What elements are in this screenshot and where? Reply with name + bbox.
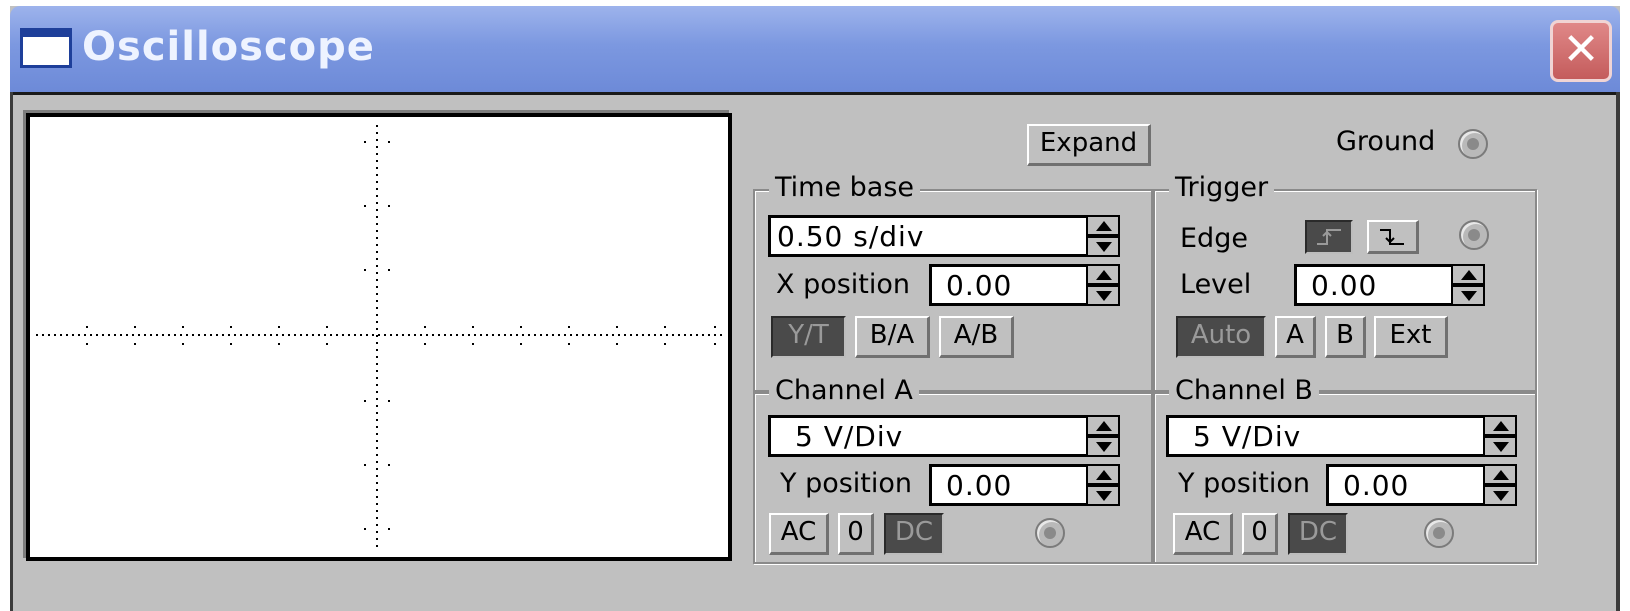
channel-b-y-position-field[interactable]: 0.00 [1326, 464, 1483, 506]
channel-a-y-position-down-arrow-icon[interactable] [1086, 485, 1120, 506]
channel-b-scale-spinner[interactable] [1483, 415, 1517, 457]
channel-a-scale-up-arrow-icon[interactable] [1086, 415, 1120, 436]
channel-b-y-position-spinner[interactable] [1483, 464, 1517, 506]
ground-terminal-dot [1467, 138, 1479, 150]
mode-yt-button[interactable]: Y/T [771, 316, 846, 358]
ground-terminal[interactable] [1458, 129, 1488, 159]
trigger-level-spinner[interactable] [1451, 264, 1485, 306]
channel-a-scale-spinner[interactable] [1086, 415, 1120, 457]
channel-a-y-position-spinner[interactable] [1086, 464, 1120, 506]
timebase-scale-spinner[interactable] [1086, 215, 1120, 257]
channel-a-scale-value: 5 V/Div [795, 420, 904, 453]
channel-b-scale-down-arrow-icon[interactable] [1483, 436, 1517, 457]
title-bar[interactable]: Oscilloscope ✕ [10, 6, 1620, 95]
close-button[interactable]: ✕ [1550, 20, 1612, 82]
falling-edge-icon [1379, 229, 1404, 245]
trigger-ext-terminal-dot [1468, 229, 1480, 241]
channel-b-y-position-down-arrow-icon[interactable] [1483, 485, 1517, 506]
trigger-level-down-arrow-icon[interactable] [1451, 285, 1485, 306]
scope-display [26, 113, 732, 561]
timebase-scale-down-arrow-icon[interactable] [1086, 236, 1120, 257]
channel-a-dc-button[interactable]: DC [884, 513, 944, 555]
trigger-level-field[interactable]: 0.00 [1294, 264, 1451, 306]
channel-a-scale-field[interactable]: 5 V/Div [768, 415, 1086, 457]
timebase-scale-value: 0.50 s/div [777, 220, 925, 253]
channel-b-legend: Channel B [1169, 374, 1319, 408]
channel-a-ac-button[interactable]: AC [769, 513, 829, 555]
ground-label: Ground [1336, 126, 1436, 157]
channel-b-y-position-up-arrow-icon[interactable] [1483, 464, 1517, 485]
x-position-value: 0.00 [946, 269, 1013, 302]
channel-b-terminal[interactable] [1424, 518, 1454, 548]
channel-a-y-position-field[interactable]: 0.00 [929, 464, 1086, 506]
trigger-level-up-arrow-icon[interactable] [1451, 264, 1485, 285]
window-title: Oscilloscope [82, 24, 375, 70]
x-position-down-arrow-icon[interactable] [1086, 285, 1120, 306]
channel-b-dc-button[interactable]: DC [1288, 513, 1348, 555]
window-frame-left [10, 92, 13, 611]
trigger-auto-button[interactable]: Auto [1176, 316, 1266, 358]
x-position-label: X position [776, 269, 911, 300]
timebase-scale-up-arrow-icon[interactable] [1086, 215, 1120, 236]
channel-a-legend: Channel A [769, 374, 919, 408]
channel-b-y-position-value: 0.00 [1343, 469, 1410, 502]
channel-b-scale-field[interactable]: 5 V/Div [1166, 415, 1483, 457]
edge-label: Edge [1180, 223, 1248, 254]
x-position-up-arrow-icon[interactable] [1086, 264, 1120, 285]
edge-falling-button[interactable] [1367, 220, 1419, 254]
level-label: Level [1180, 269, 1252, 300]
edge-rising-button[interactable] [1305, 220, 1353, 254]
channel-b-scale-up-arrow-icon[interactable] [1483, 415, 1517, 436]
trigger-ext-terminal[interactable] [1459, 220, 1489, 250]
channel-a-terminal[interactable] [1035, 518, 1065, 548]
window-frame-right [1616, 92, 1620, 611]
expand-button[interactable]: Expand [1027, 124, 1151, 166]
trigger-a-button[interactable]: A [1275, 316, 1316, 358]
trigger-ext-button[interactable]: Ext [1374, 316, 1448, 358]
trigger-level-value: 0.00 [1311, 269, 1378, 302]
scope-graticule [36, 125, 724, 549]
x-position-field[interactable]: 0.00 [929, 264, 1086, 306]
channel-a-zero-button[interactable]: 0 [838, 513, 874, 555]
channel-b-y-position-label: Y position [1178, 468, 1311, 499]
channel-a-scale-down-arrow-icon[interactable] [1086, 436, 1120, 457]
x-position-spinner[interactable] [1086, 264, 1120, 306]
mode-ba-button[interactable]: B/A [855, 316, 930, 358]
mode-ab-button[interactable]: A/B [939, 316, 1014, 358]
timebase-scale-field[interactable]: 0.50 s/div [768, 215, 1086, 257]
channel-a-terminal-dot [1044, 527, 1056, 539]
window-icon [20, 28, 72, 68]
channel-b-zero-button[interactable]: 0 [1242, 513, 1278, 555]
channel-a-y-position-label: Y position [780, 468, 913, 499]
timebase-legend: Time base [769, 171, 921, 205]
channel-b-scale-value: 5 V/Div [1193, 420, 1302, 453]
rising-edge-icon [1317, 229, 1341, 245]
trigger-legend: Trigger [1169, 171, 1275, 205]
channel-b-ac-button[interactable]: AC [1173, 513, 1233, 555]
channel-a-y-position-up-arrow-icon[interactable] [1086, 464, 1120, 485]
channel-b-terminal-dot [1433, 527, 1445, 539]
trigger-b-button[interactable]: B [1325, 316, 1366, 358]
channel-a-y-position-value: 0.00 [946, 469, 1013, 502]
